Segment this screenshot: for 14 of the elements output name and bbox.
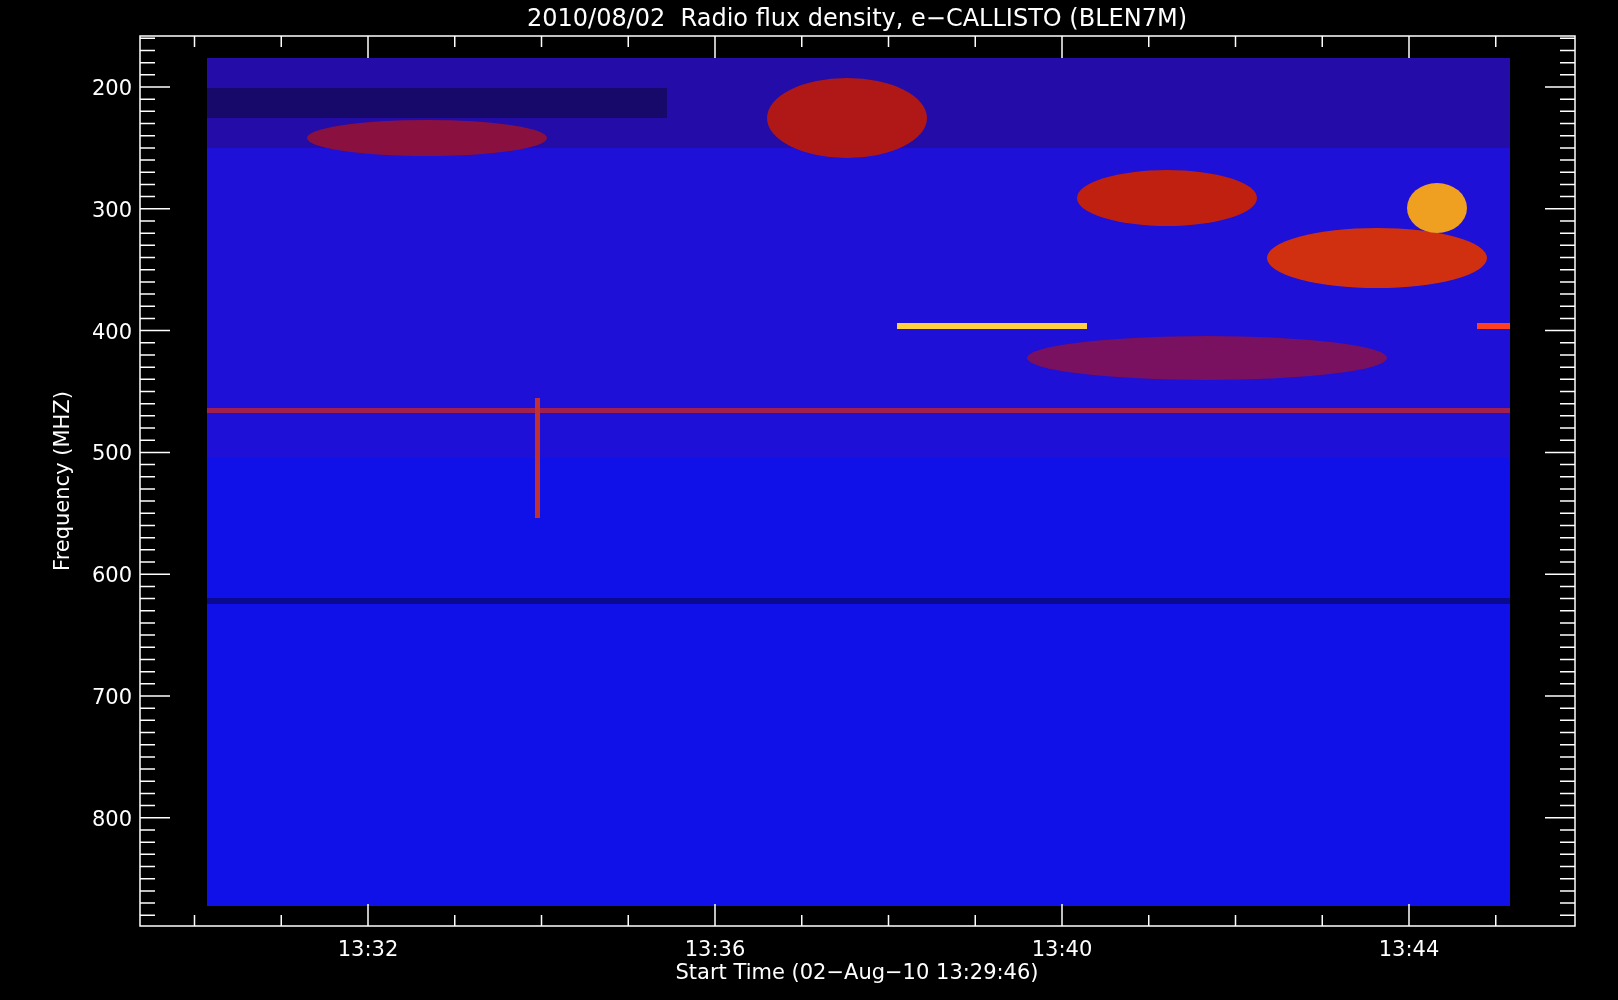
tick-label: 400	[91, 319, 132, 344]
y-axis-label: Frequency (MHZ)	[50, 391, 74, 571]
tick-label: 13:36	[684, 937, 746, 961]
tick-label: 13:40	[1031, 937, 1093, 961]
tick-label: 200	[91, 76, 132, 100]
x-axis-label: Start Time (02−Aug−10 13:29:46)	[675, 960, 1039, 984]
tick-label: 700	[91, 685, 132, 709]
chart-title: 2010/08/02 Radio flux density, e−CALLISTO (BLEN7M)	[527, 4, 1187, 32]
tick-label: 13:44	[1378, 937, 1440, 961]
tick-label: 13:32	[337, 937, 399, 961]
tick-label: 500	[91, 441, 132, 466]
tick-label: 800	[91, 806, 132, 831]
tick-label: 300	[91, 197, 132, 222]
tick-label: 600	[91, 563, 132, 588]
